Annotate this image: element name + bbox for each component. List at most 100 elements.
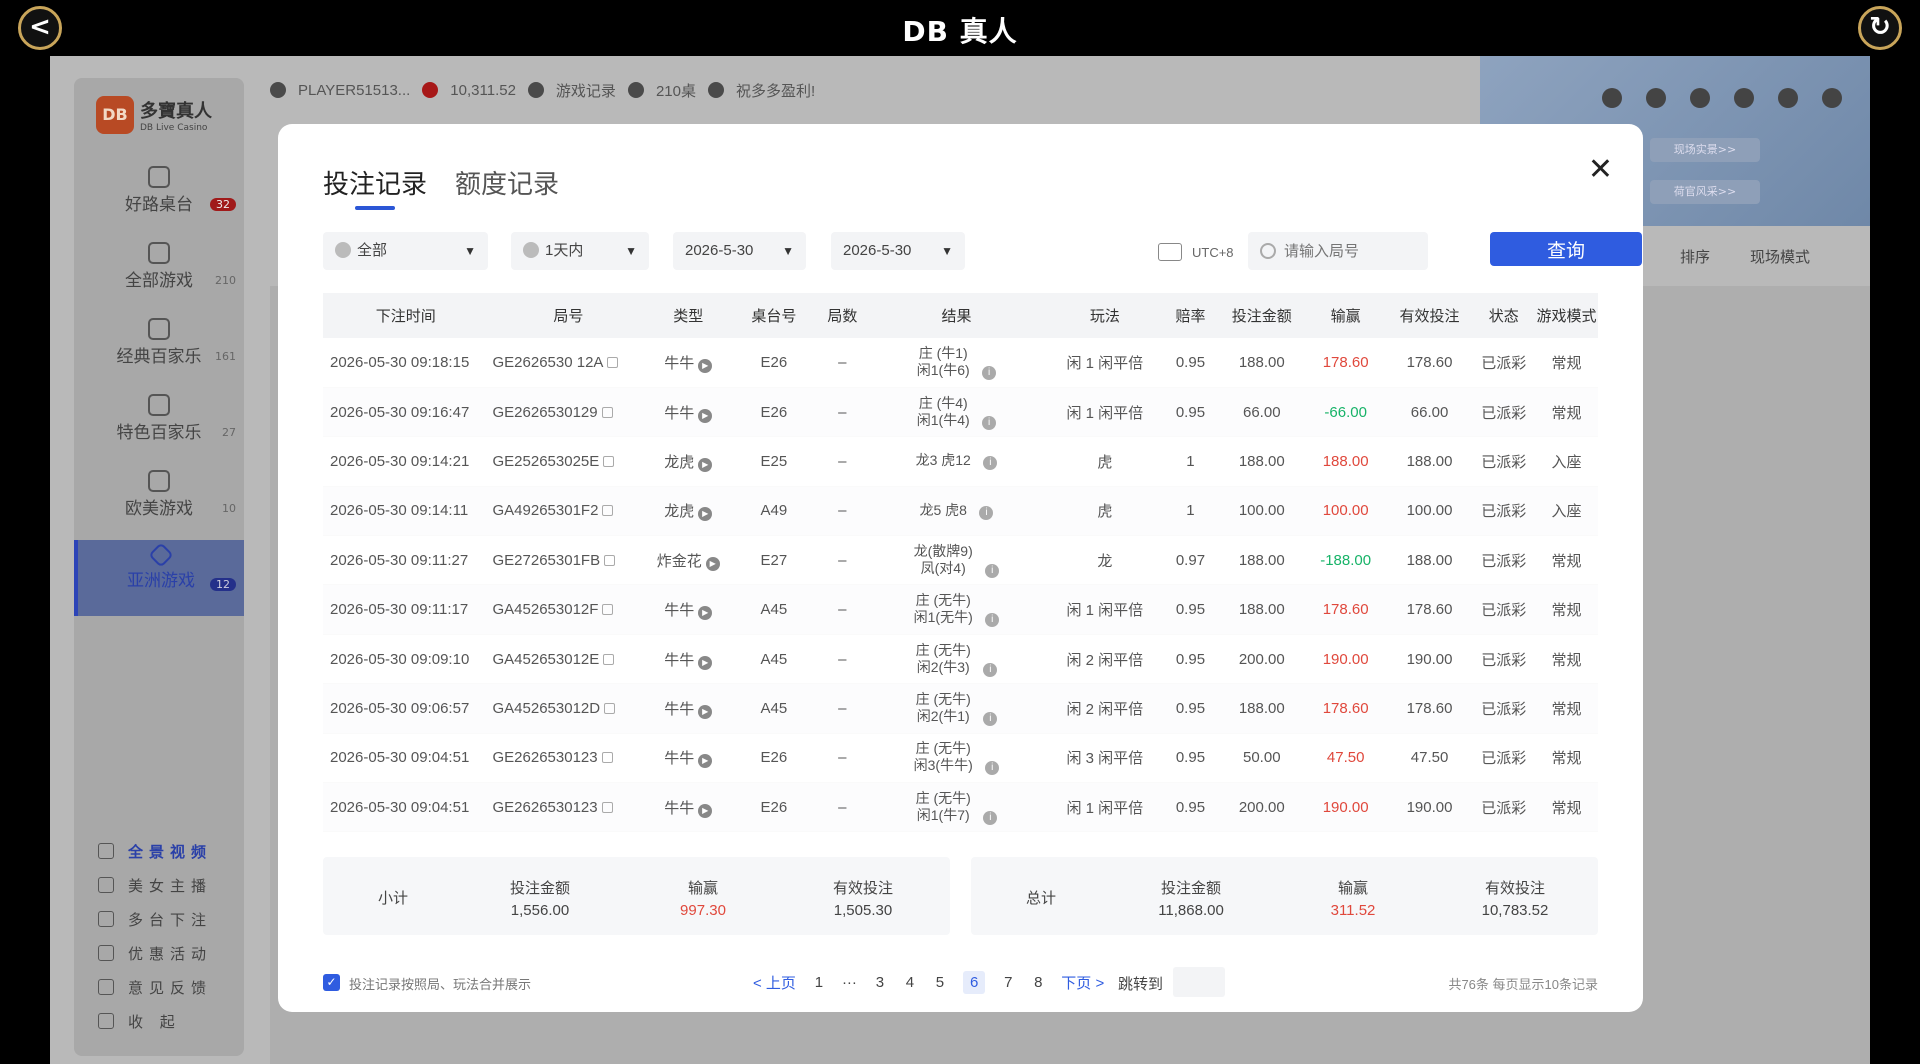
copy-icon[interactable] [602, 505, 614, 517]
feedback-item[interactable]: 意见反馈 [98, 970, 248, 1004]
column-header: 下注时间 [375, 308, 436, 325]
info-icon[interactable]: i [979, 505, 994, 520]
total-panel: 总计 投注金额 11,868.00 输赢 311.52 有效投注 10,783.52 [971, 857, 1598, 935]
page-link[interactable]: 3 [873, 974, 887, 991]
game-record-link[interactable]: 游戏记录 [556, 80, 616, 101]
play-icon[interactable]: ▶ [698, 803, 713, 818]
page-link[interactable]: 4 [903, 974, 917, 991]
mode-dropdown[interactable]: 现场模式 [1750, 246, 1810, 267]
sidebar-item-asian-games[interactable]: 亚洲游戏 12 [74, 540, 244, 616]
filter-bar: 全部▼ 1天内▼ 2026-5-30▼ 到 2026-5-30▼ UTC+8 查… [323, 232, 1642, 270]
table-count[interactable]: 210桌 [656, 80, 696, 101]
next-page-link[interactable]: 下页 > [1061, 972, 1104, 993]
search-icon[interactable] [1602, 88, 1622, 108]
sidebar-item-classic-baccarat[interactable]: 经典百家乐 161 [74, 312, 244, 388]
table-row[interactable]: 2026-05-30 09:16:47 GE2626530129 牛牛 ▶ E26– 庄 … [323, 387, 1598, 437]
play-icon[interactable]: ▶ [698, 358, 713, 373]
collapse-item[interactable]: 收 起 [98, 1004, 248, 1038]
promotion-item[interactable]: 优惠活动 [98, 936, 248, 970]
info-icon[interactable]: i [985, 563, 1000, 578]
copy-icon[interactable] [607, 356, 619, 368]
multi-bet-item[interactable]: 多台下注 [98, 902, 248, 936]
table-row[interactable]: 2026-05-30 09:04:51 GE2626530123 牛牛 ▶ E26– 庄 … [323, 733, 1598, 783]
result-text: 庄 (无牛) 闲1(无牛) [914, 592, 973, 626]
live-scene-button[interactable]: 现场实景>> [1650, 138, 1760, 162]
page-ellipsis[interactable]: ··· [842, 974, 857, 991]
copy-icon[interactable] [601, 752, 613, 764]
table-row[interactable]: 2026-05-30 09:11:17 GA452653012F 牛牛 ▶ A45– 庄 … [323, 585, 1598, 635]
logo-subtitle: DB Live Casino [140, 123, 208, 133]
host-item[interactable]: 美女主播 [98, 868, 248, 902]
play-icon[interactable]: ▶ [698, 704, 713, 719]
info-icon[interactable]: i [985, 613, 1000, 628]
copy-icon[interactable] [604, 554, 616, 566]
music-icon[interactable] [1734, 88, 1754, 108]
info-icon[interactable]: i [982, 415, 997, 430]
table-row[interactable]: 2026-05-30 09:14:21 GE252653025E 龙虎 ▶ E25– 龙3… [323, 436, 1598, 487]
sort-dropdown[interactable]: 排序 [1680, 246, 1710, 267]
info-icon[interactable]: i [983, 456, 998, 471]
close-icon[interactable]: ✕ [1588, 152, 1613, 187]
play-icon[interactable]: ▶ [698, 408, 713, 423]
sidebar-item-all-games[interactable]: 全部游戏 210 [74, 236, 244, 312]
copy-icon[interactable] [601, 406, 613, 418]
table-row[interactable]: 2026-05-30 09:04:51 GE2626530123 牛牛 ▶ E26– 庄 … [323, 783, 1598, 832]
refresh-button[interactable]: ↻ [1858, 6, 1902, 50]
page-link[interactable]: 7 [1001, 974, 1015, 991]
time-range-select[interactable]: 1天内 ▼ [511, 232, 649, 270]
play-icon[interactable]: ▶ [698, 457, 713, 472]
date-from-select[interactable]: 2026-5-30 ▼ [673, 232, 806, 270]
info-icon[interactable]: i [983, 810, 998, 825]
prev-page-link[interactable]: < 上页 [753, 972, 796, 993]
info-icon[interactable]: i [982, 365, 997, 380]
sound-icon[interactable] [1690, 88, 1710, 108]
game-type-select[interactable]: 全部 ▼ [323, 232, 488, 270]
tab-credit-record[interactable]: 额度记录 [455, 164, 559, 201]
info-icon[interactable]: i [983, 662, 998, 677]
fullscreen-icon[interactable] [1822, 88, 1842, 108]
table-row[interactable]: 2026-05-30 09:18:15 GE2626530 12A 牛牛 ▶ E26– 庄… [323, 338, 1598, 388]
page-link[interactable]: 8 [1031, 974, 1045, 991]
status: 已派彩 [1481, 750, 1527, 768]
game-type: 牛牛 [664, 799, 695, 817]
table-row[interactable]: 2026-05-30 09:09:10 GA452653012E 牛牛 ▶ A45– 庄 … [323, 634, 1598, 684]
grid-icon [98, 911, 114, 927]
date-to-select[interactable]: 2026-5-30 ▼ [831, 232, 965, 270]
table-row[interactable]: 2026-05-30 09:06:57 GA452653012D 牛牛 ▶ A45– 庄 … [323, 684, 1598, 734]
dealer-showcase-button[interactable]: 荷官风采>> [1650, 180, 1760, 204]
table-row[interactable]: 2026-05-30 09:14:11 GA49265301F2 龙虎 ▶ A49– 龙5… [323, 486, 1598, 536]
panorama-video-item[interactable]: 全景视频 [98, 834, 248, 868]
copy-icon[interactable] [603, 653, 615, 665]
gear-icon[interactable] [1778, 88, 1798, 108]
query-button[interactable]: 查询 [1490, 232, 1642, 266]
copy-icon[interactable] [601, 801, 613, 813]
page-link[interactable]: 1 [812, 974, 826, 991]
table-row[interactable]: 2026-05-30 09:11:27 GE27265301FB 炸金花 ▶ E27– 龙… [323, 535, 1598, 585]
sidebar-item-good-road[interactable]: 好路桌台 32 [74, 160, 244, 236]
jump-label: 跳转到 [1118, 976, 1164, 993]
play-type: 闲 3 闲平倍 [1066, 750, 1144, 768]
sidebar-item-label: 全部游戏 [125, 271, 193, 291]
play-icon[interactable]: ▶ [698, 606, 713, 621]
copy-icon[interactable] [603, 455, 615, 467]
copy-icon[interactable] [604, 702, 616, 714]
bet-amount: 188.00 [1238, 353, 1285, 371]
copy-icon[interactable] [602, 604, 614, 616]
jump-page-input[interactable] [1173, 967, 1225, 997]
play-icon[interactable]: ▶ [705, 556, 720, 571]
help-icon[interactable] [1646, 88, 1666, 108]
info-icon[interactable]: i [983, 711, 998, 726]
play-icon[interactable]: ▶ [698, 655, 713, 670]
tab-bet-record[interactable]: 投注记录 [323, 164, 427, 210]
player-name[interactable]: PLAYER51513... [298, 82, 410, 99]
info-icon[interactable]: i [985, 761, 1000, 776]
play-icon[interactable]: ▶ [698, 754, 713, 769]
page-link[interactable]: 5 [933, 974, 947, 991]
play-icon[interactable]: ▶ [698, 507, 713, 522]
current-page[interactable]: 6 [962, 970, 986, 994]
timezone-label[interactable]: UTC+8 [1158, 243, 1234, 261]
sidebar-item-special-baccarat[interactable]: 特色百家乐 27 [74, 388, 244, 464]
sidebar-item-western-games[interactable]: 欧美游戏 10 [74, 464, 244, 540]
bet-time: 2026-05-30 09:04:51 [330, 798, 470, 816]
merge-checkbox[interactable]: ✓ [323, 974, 340, 991]
